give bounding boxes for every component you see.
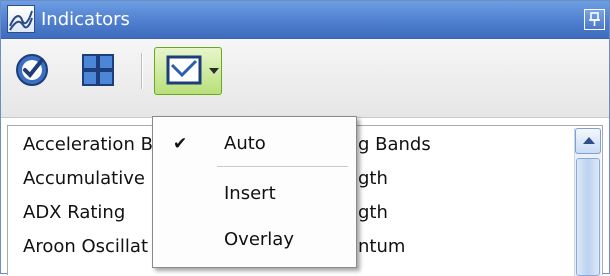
toolbar-separator bbox=[141, 53, 143, 89]
check-circle-icon bbox=[16, 54, 48, 86]
chart-lines-icon bbox=[7, 5, 35, 33]
mode-dropdown-menu: ✔ Auto Insert Overlay bbox=[152, 116, 357, 268]
menu-item-auto[interactable]: ✔ Auto bbox=[153, 127, 356, 161]
menu-item-label: Overlay bbox=[224, 229, 294, 250]
scroll-thumb[interactable] bbox=[576, 158, 600, 276]
list-item[interactable]: ADX Rating bbox=[23, 198, 125, 228]
layout-button[interactable] bbox=[80, 52, 116, 88]
menu-item-label: Auto bbox=[224, 133, 266, 154]
menu-item-overlay[interactable]: Overlay bbox=[153, 223, 356, 257]
mode-split-button[interactable] bbox=[154, 47, 222, 95]
list-item[interactable]: gth bbox=[358, 198, 388, 228]
menu-item-label: Insert bbox=[224, 183, 276, 204]
select-all-button[interactable] bbox=[14, 52, 50, 88]
list-item[interactable]: gth bbox=[358, 164, 388, 194]
chart-check-icon bbox=[166, 55, 202, 85]
list-item[interactable]: g Bands bbox=[358, 130, 431, 160]
chevron-up-icon bbox=[583, 137, 595, 144]
panel-title: Indicators bbox=[41, 9, 130, 30]
list-item[interactable]: Aroon Oscillat bbox=[23, 232, 148, 262]
menu-separator bbox=[217, 166, 348, 168]
scroll-up-button[interactable] bbox=[575, 128, 601, 154]
chevron-down-icon[interactable] bbox=[209, 68, 219, 74]
vertical-scrollbar[interactable] bbox=[574, 128, 601, 276]
toolbar bbox=[1, 39, 609, 118]
list-item[interactable]: Acceleration B bbox=[23, 130, 153, 160]
indicators-panel: Indicators Acceleration B Accumulative A… bbox=[0, 0, 610, 276]
list-item[interactable]: Accumulative bbox=[23, 164, 145, 194]
pin-icon bbox=[589, 12, 600, 26]
title-bar[interactable]: Indicators bbox=[1, 1, 609, 39]
grid-icon bbox=[82, 54, 114, 86]
pin-button[interactable] bbox=[584, 9, 605, 30]
checkmark-icon: ✔ bbox=[173, 134, 188, 154]
list-item[interactable]: ntum bbox=[358, 232, 405, 262]
menu-item-insert[interactable]: Insert bbox=[153, 177, 356, 211]
